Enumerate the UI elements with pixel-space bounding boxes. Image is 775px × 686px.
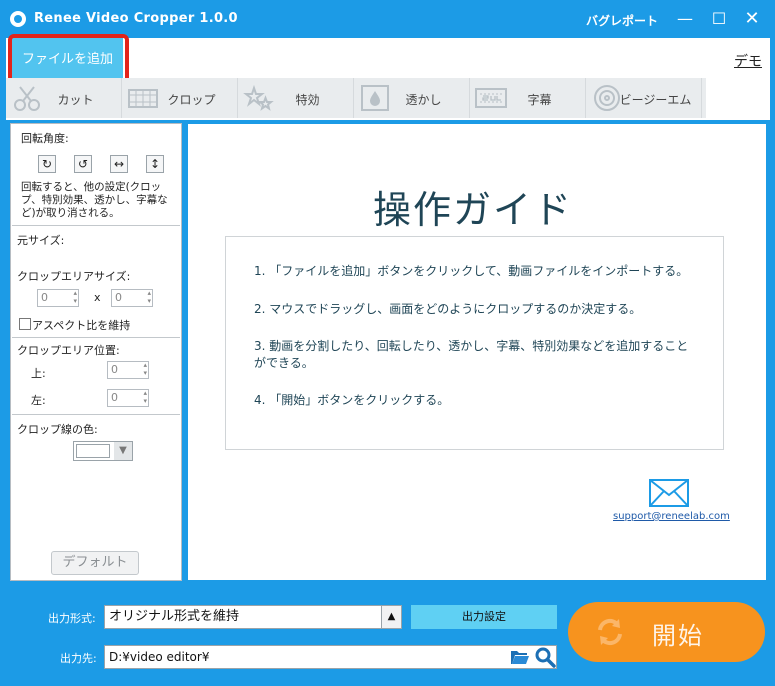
divider: [12, 225, 180, 226]
default-button[interactable]: デフォルト: [51, 551, 139, 575]
crop-area-size-label: クロップエリアサイズ:: [17, 270, 131, 283]
keep-aspect-checkbox[interactable]: [19, 318, 31, 330]
toolbar: ファイルを追加 デモ カット クロップ 特効 透かし 字幕 ビージーエム: [6, 34, 770, 120]
chevron-up-icon[interactable]: ▲: [381, 606, 401, 628]
crop-height-input[interactable]: 0: [111, 289, 153, 307]
guide-steps-box: 1. 「ファイルを追加」ボタンをクリックして、動画ファイルをインポートする。 2…: [225, 236, 724, 450]
output-format-value: オリジナル形式を維持: [109, 609, 240, 624]
flip-horizontal-icon: ↔: [113, 157, 125, 171]
guide-title: 操作ガイド: [372, 188, 573, 232]
tab-bgm[interactable]: ビージーエム: [586, 78, 702, 118]
left-label: 左:: [31, 394, 46, 407]
chevron-down-icon: ▼: [114, 442, 132, 460]
output-format-label: 出力形式:: [48, 612, 96, 625]
guide-step: 3. 動画を分割したり、回転したり、透かし、字幕、特別効果などを追加することがで…: [254, 339, 689, 370]
crop-position-label: クロップエリア位置:: [17, 344, 120, 357]
mail-icon[interactable]: [649, 479, 689, 507]
start-label: 開始: [652, 622, 704, 650]
tab-cut[interactable]: カット: [6, 78, 122, 118]
minimize-button[interactable]: —: [674, 8, 696, 30]
tab-effects[interactable]: 特効: [238, 78, 354, 118]
tab-label: 字幕: [527, 93, 552, 107]
top-label: 上:: [31, 367, 46, 380]
flip-horizontal-button[interactable]: ↔: [110, 155, 128, 173]
output-format-select[interactable]: オリジナル形式を維持 ▲: [104, 605, 402, 629]
folder-icon[interactable]: [510, 648, 530, 666]
guide-panel: 操作ガイド 1. 「ファイルを追加」ボタンをクリックして、動画ファイルをインポー…: [187, 123, 767, 581]
flip-vertical-button[interactable]: ↕: [146, 155, 164, 173]
search-icon[interactable]: [534, 646, 556, 668]
output-destination-label: 出力先:: [60, 652, 97, 665]
tab-subtitle[interactable]: 字幕: [470, 78, 586, 118]
guide-step: 1. 「ファイルを追加」ボタンをクリックして、動画ファイルをインポートする。: [254, 264, 689, 278]
settings-panel: 回転角度: ↻ ↺ ↔ ↕ 回転すると、他の設定(クロップ、特別効果、透かし、字…: [10, 123, 182, 581]
size-separator: x: [94, 291, 101, 304]
output-settings-button[interactable]: 出力設定: [411, 605, 557, 629]
rotation-label: 回転角度:: [21, 132, 69, 145]
color-swatch: [76, 444, 110, 458]
crop-top-input[interactable]: 0: [107, 361, 149, 379]
tab-watermark[interactable]: 透かし: [354, 78, 470, 118]
close-button[interactable]: ✕: [741, 8, 763, 30]
bug-report-link[interactable]: バグレポート: [586, 12, 658, 29]
rotate-left-icon: ↺: [77, 157, 89, 171]
tab-label: 透かし: [405, 93, 442, 107]
crop-line-color-picker[interactable]: ▼: [73, 441, 133, 461]
tab-label: クロップ: [167, 93, 216, 107]
crop-line-color-label: クロップ線の色:: [17, 423, 98, 436]
rotate-right-icon: ↻: [41, 157, 53, 171]
title-bar: Renee Video Cropper 1.0.0 バグレポート — ☐ ✕: [0, 0, 775, 38]
rotate-right-button[interactable]: ↻: [38, 155, 56, 173]
app-logo-icon: [10, 11, 26, 27]
divider: [12, 414, 180, 415]
guide-step: 2. マウスでドラッグし、画面をどのようにクロップするのか決定する。: [254, 302, 642, 316]
original-size-label: 元サイズ:: [17, 234, 65, 247]
refresh-icon: [594, 616, 626, 648]
tab-label: カット: [57, 93, 94, 107]
divider: [12, 337, 180, 338]
guide-step: 4. 「開始」ボタンをクリックする。: [254, 393, 450, 407]
rotation-note: 回転すると、他の設定(クロップ、特別効果、透かし、字幕など)が取り消される。: [21, 181, 168, 219]
app-title: Renee Video Cropper 1.0.0: [34, 11, 238, 26]
crop-width-input[interactable]: 0: [37, 289, 79, 307]
crop-left-input[interactable]: 0: [107, 389, 149, 407]
tab-label: 特効: [295, 93, 320, 107]
demo-link[interactable]: デモ: [734, 51, 762, 71]
flip-vertical-icon: ↕: [149, 157, 161, 171]
tab-crop[interactable]: クロップ: [122, 78, 238, 118]
keep-aspect-label: アスペクト比を維持: [32, 319, 131, 332]
feature-tabs: カット クロップ 特効 透かし 字幕 ビージーエム: [6, 78, 706, 118]
support-email-link[interactable]: support@reneelab.com: [613, 511, 730, 522]
rotate-left-button[interactable]: ↺: [74, 155, 92, 173]
tab-label: ビージーエム: [619, 93, 692, 107]
output-destination-input[interactable]: D:¥video editor¥: [104, 645, 557, 669]
start-button[interactable]: 開始: [568, 602, 765, 662]
maximize-button[interactable]: ☐: [708, 8, 730, 30]
